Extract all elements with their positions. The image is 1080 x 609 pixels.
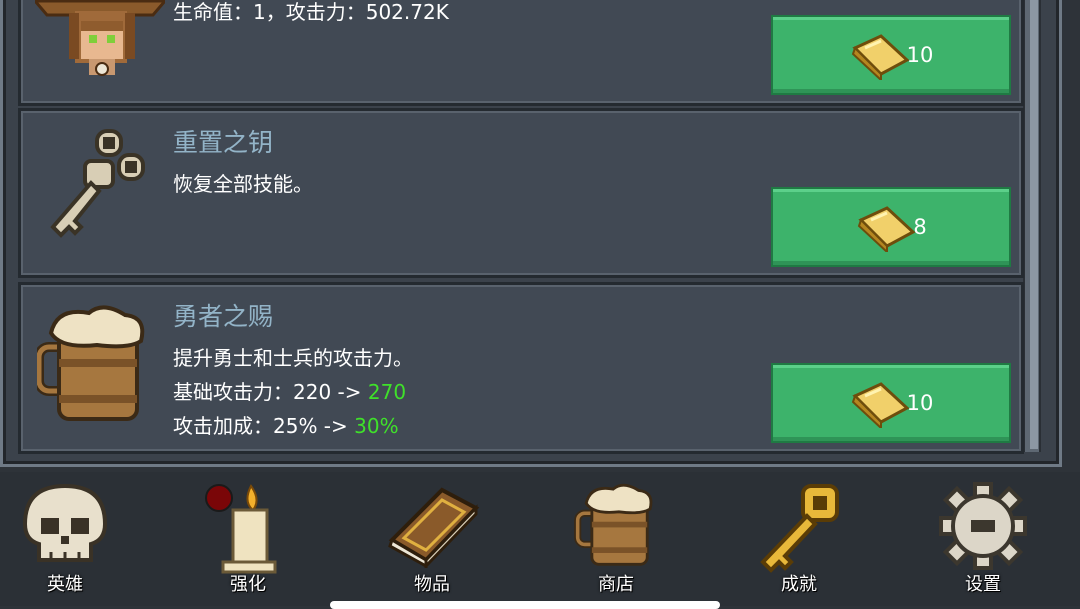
price-label: 8 [913, 215, 927, 239]
attack-bonus-line: 攻击加成：25% -> 30% [173, 414, 399, 438]
buy-button[interactable]: 10 [771, 363, 1011, 443]
nav-label: 设置 [965, 574, 1001, 595]
beer-mug-icon [37, 305, 145, 421]
shop-item-hero-gift: 勇者之赐 提升勇士和士兵的攻击力。 基础攻击力：220 -> 270 攻击加成：… [18, 282, 1024, 454]
nav-heroes[interactable]: 英雄 [0, 472, 130, 606]
gold-bar-icon [858, 206, 916, 252]
buy-button[interactable]: 10 [771, 15, 1011, 95]
gold-bar-icon [851, 34, 910, 80]
beer-mug-icon [574, 483, 653, 566]
notification-badge [205, 484, 233, 512]
price-label: 10 [906, 43, 934, 67]
nav-label: 商店 [598, 574, 634, 595]
home-indicator[interactable] [330, 601, 720, 609]
item-description: 生命值：1，攻击力：502.72K [173, 0, 449, 24]
scrollbar-thumb[interactable] [1030, 0, 1038, 449]
item-title: 勇者之赐 [173, 302, 274, 331]
witch-portrait-icon [35, 0, 165, 76]
price-label: 10 [906, 391, 934, 415]
skull-icon [22, 483, 108, 562]
shop-item-reset-key: 重置之钥 恢复全部技能。 8 [18, 108, 1024, 278]
golden-key-icon [760, 484, 839, 573]
item-title: 重置之钥 [173, 128, 274, 157]
nav-settings[interactable]: 设置 [918, 472, 1048, 606]
nav-label: 物品 [414, 574, 450, 595]
nav-shop[interactable]: 商店 [551, 472, 681, 606]
nav-label: 英雄 [47, 574, 83, 595]
nav-upgrade[interactable]: 强化 [183, 472, 313, 606]
nav-label: 成就 [781, 574, 817, 595]
bottom-nav: 英雄 强化 物品 商店 成就 设置 [0, 472, 1080, 606]
gold-bar-icon [851, 382, 910, 428]
book-icon [388, 487, 480, 568]
reset-key-icon [50, 129, 145, 238]
base-attack-line: 基础攻击力：220 -> 270 [173, 380, 407, 404]
gear-icon [939, 482, 1027, 570]
buy-button[interactable]: 8 [771, 187, 1011, 267]
nav-label: 强化 [230, 574, 266, 595]
nav-achievements[interactable]: 成就 [734, 472, 864, 606]
shop-item-witch: 生命值：1，攻击力：502.72K 10 [18, 0, 1024, 106]
item-description: 提升勇士和士兵的攻击力。 [173, 346, 413, 370]
item-description: 恢复全部技能。 [173, 172, 313, 196]
nav-items[interactable]: 物品 [367, 472, 497, 606]
